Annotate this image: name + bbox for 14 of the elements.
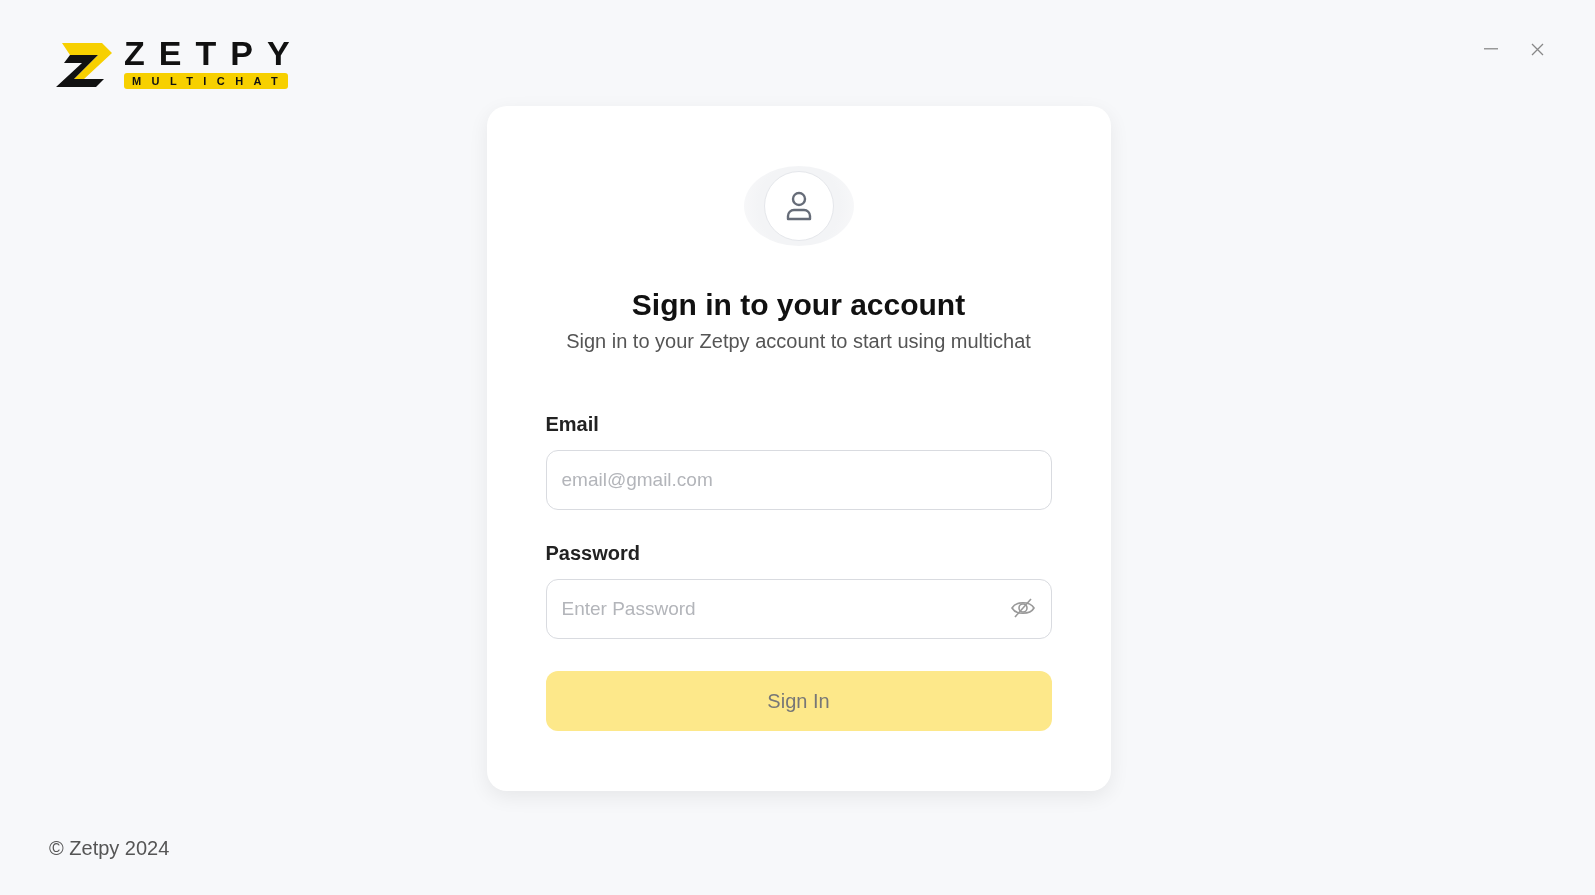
user-icon (785, 191, 812, 221)
card-title: Sign in to your account (631, 288, 966, 322)
visibility-toggle[interactable] (1009, 597, 1036, 619)
card-subtitle: Sign in to your Zetpy account to start using multichat (566, 330, 1031, 353)
minimize-icon (1484, 48, 1498, 50)
password-field[interactable]: Enter Password (545, 579, 1052, 639)
email-field[interactable]: email@gmail.com (545, 450, 1052, 510)
logo-title: ZETPY (124, 36, 304, 70)
field-label: Email (545, 413, 600, 436)
logo-subtitle: MULTICHAT (124, 73, 289, 89)
field-label: Password (545, 542, 641, 565)
eye-off-icon (1009, 597, 1036, 619)
copyright-text: © Zetpy 2024 (49, 837, 170, 860)
close-icon (1530, 42, 1544, 56)
